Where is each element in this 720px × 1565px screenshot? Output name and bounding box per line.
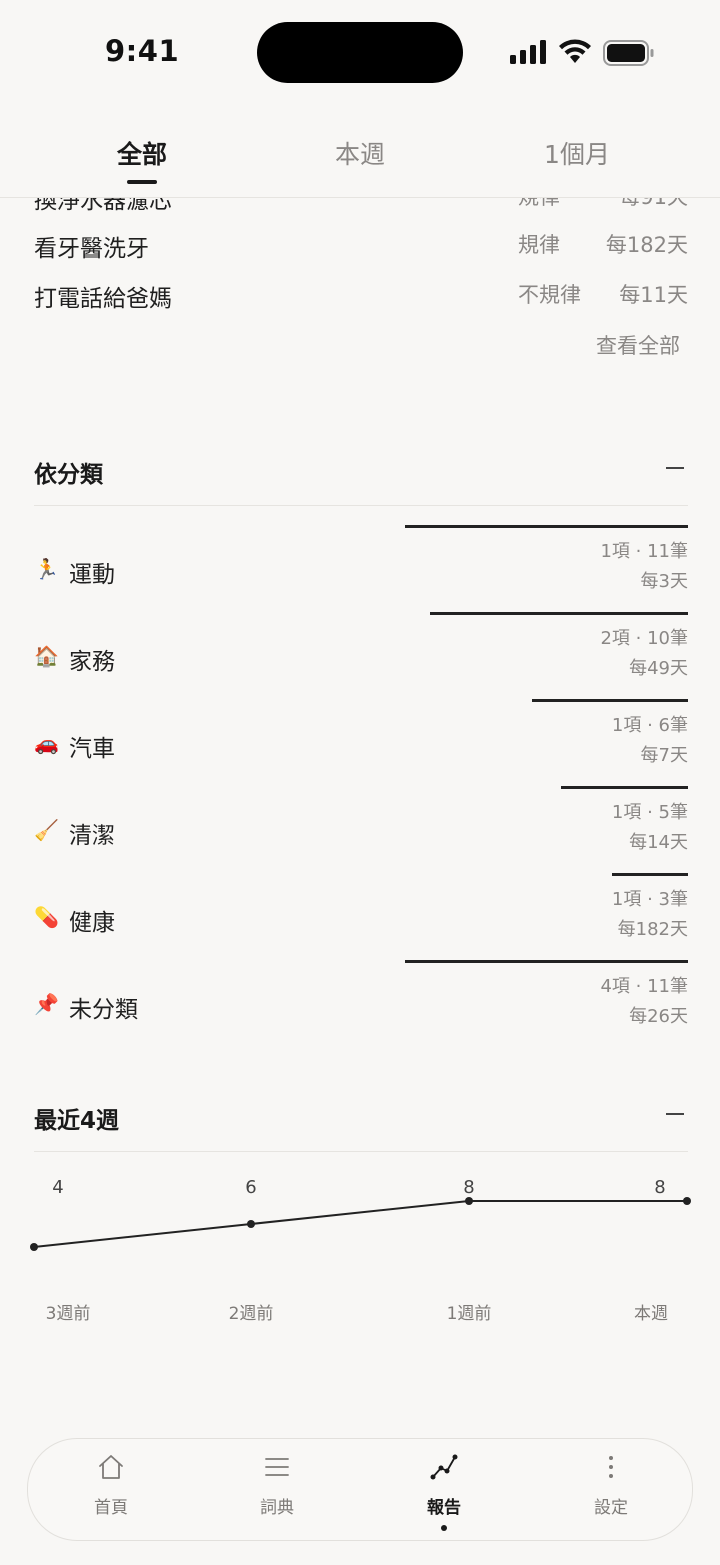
item-interval: 每11天 xyxy=(619,283,688,307)
car-icon: 🚗 xyxy=(34,731,59,755)
nav-report[interactable]: 報告 xyxy=(369,1439,519,1542)
nav-label: 詞典 xyxy=(260,1498,294,1518)
category-frequency: 每7天 xyxy=(640,745,688,766)
nav-label: 首頁 xyxy=(94,1498,128,1518)
divider xyxy=(34,505,688,506)
list-item[interactable]: 看牙醫洗牙 規律 每182天 xyxy=(34,229,688,269)
pin-icon: 📌 xyxy=(34,992,59,1016)
category-frequency: 每14天 xyxy=(629,832,688,853)
bottom-navigation: 首頁 詞典 報告 設定 xyxy=(27,1438,693,1541)
collapse-category-button[interactable] xyxy=(666,467,684,469)
item-pattern: 規律 xyxy=(518,233,560,257)
category-label: 運動 xyxy=(69,562,115,588)
category-label: 健康 xyxy=(69,910,115,936)
category-count: 1項 · 6筆 xyxy=(611,715,688,736)
trend-icon xyxy=(430,1454,458,1480)
running-icon: 🏃 xyxy=(34,557,59,581)
period-tabs: 全部 本週 1個月 xyxy=(0,105,720,198)
data-label: 8 xyxy=(463,1177,474,1198)
category-row[interactable]: 🧹 清潔 1項 · 5筆每14天 xyxy=(34,786,688,873)
category-count: 1項 · 3筆 xyxy=(611,889,688,910)
list-item[interactable]: 打電話給爸媽 不規律 每11天 xyxy=(34,279,688,319)
category-row[interactable]: 🚗 汽車 1項 · 6筆每7天 xyxy=(34,699,688,786)
view-all-link[interactable]: 查看全部 xyxy=(596,330,680,360)
data-point xyxy=(465,1197,473,1205)
category-share-bar xyxy=(561,786,688,789)
category-count: 1項 · 11筆 xyxy=(600,541,688,562)
item-interval: 每182天 xyxy=(605,233,688,257)
series-line xyxy=(33,1200,687,1248)
tab-one-month[interactable]: 1個月 xyxy=(487,135,667,171)
category-label: 未分類 xyxy=(69,997,138,1023)
broom-icon: 🧹 xyxy=(34,818,59,842)
x-tick-label: 1週前 xyxy=(447,1304,492,1324)
category-count: 4項 · 11筆 xyxy=(600,976,688,997)
tab-this-week[interactable]: 本週 xyxy=(270,135,450,171)
category-count: 2項 · 10筆 xyxy=(600,628,688,649)
tab-all[interactable]: 全部 xyxy=(52,135,232,171)
nav-label: 報告 xyxy=(427,1498,461,1518)
category-count: 1項 · 5筆 xyxy=(611,802,688,823)
report-content[interactable]: 換淨水器濾芯 規律 每91天 看牙醫洗牙 規律 每182天 打電話給爸媽 不規律… xyxy=(0,0,720,1565)
home-icon xyxy=(99,1455,123,1479)
category-row[interactable]: 🏃 運動 1項 · 11筆每3天 xyxy=(34,525,688,612)
collapse-recent-button[interactable] xyxy=(666,1113,684,1115)
more-vertical-icon xyxy=(609,1456,613,1478)
x-tick-label: 2週前 xyxy=(229,1304,274,1324)
nav-label: 設定 xyxy=(594,1498,628,1518)
status-time: 9:41 xyxy=(105,34,180,68)
recent-weeks-title: 最近4週 xyxy=(34,1108,120,1134)
divider xyxy=(34,1151,688,1152)
category-label: 清潔 xyxy=(69,823,115,849)
category-frequency: 每182天 xyxy=(617,919,688,940)
item-name: 看牙醫洗牙 xyxy=(34,236,149,262)
category-share-bar xyxy=(430,612,688,615)
category-frequency: 每3天 xyxy=(640,571,688,592)
wifi-icon xyxy=(559,39,591,63)
category-row[interactable]: 💊 健康 1項 · 3筆 每182天 xyxy=(34,873,688,960)
list-icon xyxy=(265,1458,289,1476)
house-icon: 🏠 xyxy=(34,644,59,668)
item-name: 打電話給爸媽 xyxy=(34,286,172,312)
nav-settings[interactable]: 設定 xyxy=(536,1439,686,1542)
data-label: 4 xyxy=(52,1177,63,1198)
category-share-bar xyxy=(405,525,688,528)
recent-weeks-chart: 4 3週前 6 2週前 8 1週前 8 本週 xyxy=(30,1177,691,1324)
category-share-bar xyxy=(612,873,688,876)
category-share-bar xyxy=(532,699,688,702)
nav-home[interactable]: 首頁 xyxy=(36,1439,186,1542)
x-tick-label: 3週前 xyxy=(46,1304,91,1324)
category-row[interactable]: 🏠 家務 2項 · 10筆每49天 xyxy=(34,612,688,699)
category-frequency: 每49天 xyxy=(629,658,688,679)
data-point xyxy=(683,1197,691,1205)
data-point xyxy=(30,1243,38,1251)
x-tick-label: 本週 xyxy=(634,1304,668,1324)
pill-icon: 💊 xyxy=(34,905,59,929)
dynamic-island xyxy=(257,22,463,83)
cellular-signal-icon xyxy=(510,40,546,64)
data-point xyxy=(247,1220,255,1228)
item-pattern: 不規律 xyxy=(518,283,581,307)
active-nav-indicator xyxy=(441,1525,447,1531)
status-bar: 9:41 xyxy=(0,0,720,105)
data-label: 6 xyxy=(245,1177,256,1198)
active-tab-indicator xyxy=(127,180,157,184)
category-row[interactable]: 📌 未分類 4項 · 11筆每26天 xyxy=(34,960,688,1047)
category-section-title: 依分類 xyxy=(34,462,103,488)
category-label: 家務 xyxy=(69,649,115,675)
data-label: 8 xyxy=(654,1177,665,1198)
category-share-bar xyxy=(405,960,688,963)
category-label: 汽車 xyxy=(69,736,115,762)
battery-icon xyxy=(603,40,654,66)
nav-dictionary[interactable]: 詞典 xyxy=(202,1439,352,1542)
category-frequency: 每26天 xyxy=(629,1006,688,1027)
